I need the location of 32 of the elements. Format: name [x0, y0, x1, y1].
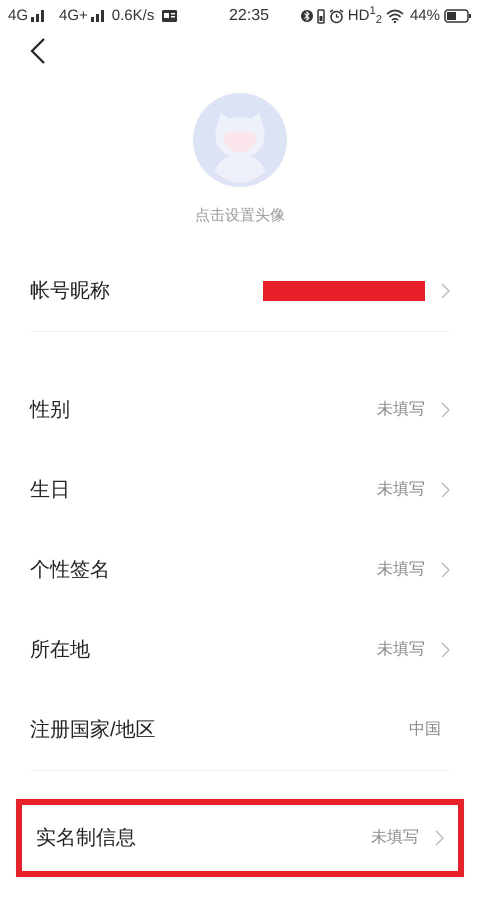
row-value: 未填写	[371, 828, 419, 848]
settings-row[interactable]: 个性签名 未填写	[30, 530, 450, 610]
alarm-icon	[328, 8, 344, 24]
battery-percent: 44%	[410, 6, 440, 26]
settings-row[interactable]: 生日 未填写	[30, 450, 450, 530]
settings-row[interactable]: 性别 未填写	[30, 370, 450, 450]
settings-row[interactable]: 所在地 未填写	[30, 610, 450, 690]
row-value: 中国	[409, 720, 441, 740]
back-icon[interactable]	[30, 38, 46, 64]
row-label: 个性签名	[30, 558, 111, 582]
row-value: 未填写	[377, 400, 425, 420]
row-value: 未填写	[377, 480, 425, 500]
battery-icon	[444, 9, 472, 23]
row-value: 未填写	[377, 560, 425, 580]
highlighted-settings-row[interactable]: 实名制信息 未填写	[16, 798, 464, 876]
speed-label: 0.6K/s	[112, 6, 154, 26]
row-label: 性别	[30, 398, 71, 422]
row-label: 所在地	[30, 638, 91, 662]
wifi-icon	[386, 9, 404, 23]
network-label: 4G+	[59, 6, 88, 26]
settings-row[interactable]: 注册国家/地区 中国	[30, 690, 450, 770]
signal-icon	[90, 10, 107, 22]
row-label: 帐号昵称	[30, 278, 111, 304]
row-label: 实名制信息	[36, 826, 137, 850]
row-label: 注册国家/地区	[30, 718, 157, 742]
network-label: 4G	[8, 6, 28, 26]
settings-row[interactable]: 帐号昵称	[30, 250, 450, 330]
row-value: 未填写	[377, 640, 425, 660]
clock: 22:35	[229, 6, 270, 26]
row-label: 生日	[30, 478, 71, 502]
bluetooth-icon	[300, 9, 313, 23]
id-card-icon	[162, 10, 178, 22]
